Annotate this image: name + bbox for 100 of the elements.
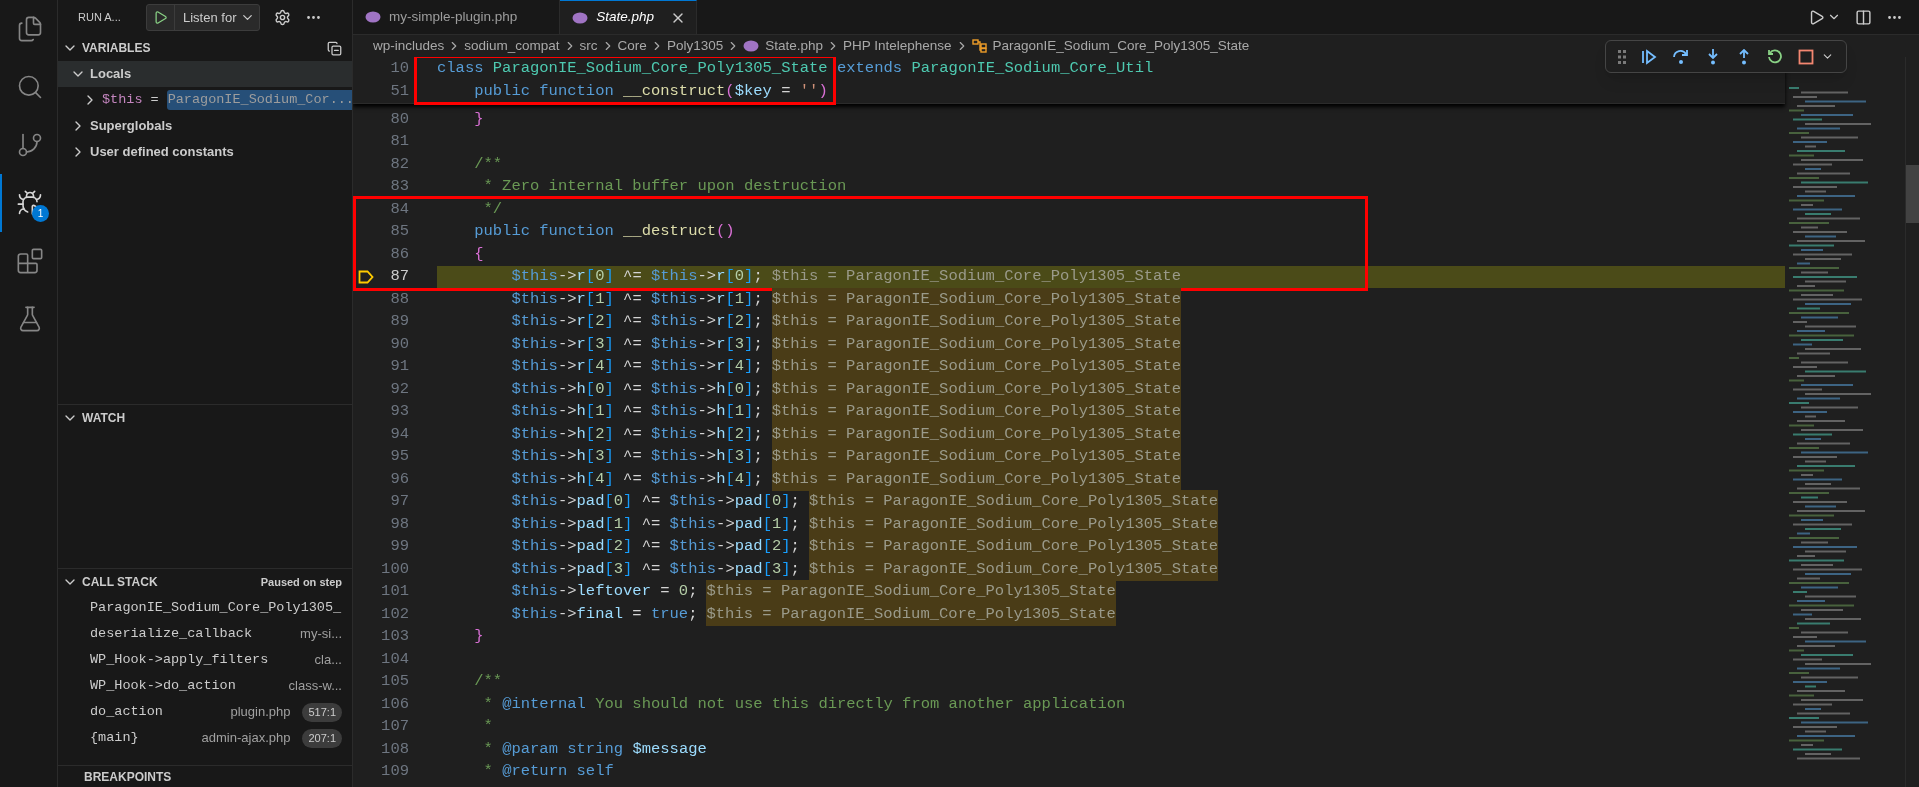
line-badge: 207:1 — [302, 728, 342, 748]
restart-icon[interactable] — [1767, 48, 1783, 65]
line-number: 92 — [389, 378, 409, 400]
code-text: $this->h[2] ^= $this->h[2]; — [510, 423, 763, 445]
scope-label: User defined constants — [90, 143, 234, 162]
breadcrumb-item[interactable]: Core — [617, 35, 647, 57]
inline-value: $this = ParagonIE_Sodium_Core_Poly1305_State — [771, 266, 1181, 288]
inline-value: $this = ParagonIE_Sodium_Core_Poly1305_State — [771, 355, 1181, 379]
code-text: $this->r[1] ^= $this->r[1]; — [510, 288, 763, 310]
scope-row[interactable]: User defined constants — [58, 139, 352, 165]
frame-function: WP_Hook->do_action — [90, 676, 236, 695]
run-icon[interactable] — [1808, 8, 1825, 26]
split-editor-icon[interactable] — [1855, 8, 1872, 26]
inline-value: $this = ParagonIE_Sodium_Core_Poly1305_State — [808, 512, 1219, 536]
inline-value: $this = ParagonIE_Sodium_Core_Poly1305_State — [808, 535, 1219, 559]
breadcrumb-item[interactable]: State.php — [765, 35, 823, 57]
line-number: 108 — [380, 738, 409, 760]
line-number: 90 — [389, 333, 409, 355]
stack-frame[interactable]: do_action plugin.php 517:1 — [58, 699, 352, 725]
launch-config-select[interactable]: Listen for — [146, 4, 261, 31]
breadcrumb-item[interactable]: wp-includes — [373, 35, 445, 57]
line-number: 81 — [389, 131, 409, 153]
code-text: class ParagonIE_Sodium_Core_Poly1305_State extends ParagonIE_Sodium_Core_Util — [437, 57, 1154, 79]
line-number: 95 — [389, 446, 409, 468]
class-symbol-icon — [971, 39, 988, 53]
notification-badge: 1 — [32, 205, 49, 222]
stack-frame[interactable]: WP_Hook->do_action class-w... — [58, 673, 352, 699]
inline-value: $this = ParagonIE_Sodium_Core_Poly1305_State — [771, 377, 1181, 401]
breadcrumb-item[interactable]: sodium_compat — [464, 35, 560, 57]
line-number: 97 — [389, 491, 409, 513]
section-title[interactable]: BREAKPOINTS — [84, 768, 172, 786]
section-title[interactable]: VARIABLES — [82, 39, 151, 57]
code-text: $this->h[1] ^= $this->h[1]; — [510, 401, 763, 423]
inline-value: $this = ParagonIE_Sodium_Core_Poly1305_State — [771, 422, 1181, 446]
inline-value: $this = ParagonIE_Sodium_Core_Poly1305_State — [808, 557, 1219, 581]
line-number: 88 — [389, 288, 409, 310]
line-number: 102 — [380, 603, 409, 625]
code-text: } — [473, 626, 484, 648]
breadcrumb-item[interactable]: PHP Intelephense — [842, 35, 952, 57]
extensions-icon — [15, 247, 44, 275]
line-number: 82 — [389, 153, 409, 175]
breadcrumb-item[interactable]: Poly1305 — [666, 35, 724, 57]
inline-value: $this = ParagonIE_Sodium_Core_Poly1305_State — [771, 400, 1181, 424]
code-text: */ — [482, 198, 503, 220]
code-text: public function __destruct() — [473, 221, 735, 243]
stack-frame[interactable]: WP_Hook->apply_filters cla... — [58, 647, 352, 673]
run-debug-icon — [15, 189, 44, 217]
scope-label: Locals — [90, 65, 132, 84]
line-number: 104 — [380, 648, 409, 670]
frame-function: do_action — [90, 702, 163, 721]
stop-icon[interactable] — [1798, 48, 1814, 65]
line-number: 85 — [389, 221, 409, 243]
line-number: 109 — [380, 761, 409, 783]
code-text: $this->r[2] ^= $this->r[2]; — [510, 311, 763, 333]
code-text: $this->r[4] ^= $this->r[4]; — [510, 356, 763, 378]
inline-value: $this = ParagonIE_Sodium_Core_Poly1305_State — [771, 445, 1181, 469]
frame-file: class-w... — [288, 677, 342, 696]
current-line-arrow-icon — [358, 269, 374, 284]
section-title[interactable]: WATCH — [82, 409, 126, 427]
breadcrumb-item[interactable]: ParagonIE_Sodium_Core_Poly1305_State — [992, 35, 1250, 57]
line-number: 98 — [389, 513, 409, 535]
scrollbar-thumb[interactable] — [1906, 165, 1919, 223]
stack-frame[interactable]: ParagonIE_Sodium_Core_Poly1305_ — [58, 595, 352, 621]
step-over-icon[interactable] — [1672, 48, 1690, 65]
step-into-icon[interactable] — [1705, 48, 1721, 65]
code-text: $this->r[3] ^= $this->r[3]; — [510, 333, 763, 355]
section-title[interactable]: CALL STACK — [82, 573, 158, 591]
php-file-icon — [572, 11, 589, 24]
code-text: $this->h[4] ^= $this->h[4]; — [510, 468, 763, 490]
line-number: 91 — [389, 356, 409, 378]
code-text: public function __construct($key = '') — [473, 80, 828, 102]
equals-sign: = — [150, 90, 159, 109]
code-text: * Zero internal buffer upon destruction — [482, 176, 847, 198]
stack-frame[interactable]: deserialize_callback my-si... — [58, 621, 352, 647]
line-number: 94 — [389, 423, 409, 445]
settings-icon[interactable] — [274, 9, 292, 26]
line-number: 93 — [389, 401, 409, 423]
line-number: 10 — [389, 57, 409, 79]
debug-status: Paused on step — [260, 574, 342, 590]
line-number: 86 — [389, 243, 409, 265]
tab-label: my-simple-plugin.php — [389, 7, 518, 26]
tab-label: State.php — [596, 8, 655, 27]
stack-frame[interactable]: {main} admin-ajax.php 207:1 — [58, 725, 352, 751]
line-number: 103 — [380, 626, 409, 648]
scope-row[interactable]: Locals — [58, 61, 352, 87]
sidebar-title: RUN A... — [78, 10, 122, 26]
frame-function: ParagonIE_Sodium_Core_Poly1305_ — [90, 598, 342, 617]
breadcrumb-item[interactable]: src — [579, 35, 598, 57]
variable-name[interactable]: $this — [102, 89, 143, 111]
inline-value: $this = ParagonIE_Sodium_Core_Poly1305_State — [771, 467, 1181, 491]
code-text: $this->pad[0] ^= $this->pad[0]; — [510, 491, 800, 513]
code-text: $this->r[0] ^= $this->r[0]; — [510, 266, 763, 288]
frame-file: admin-ajax.php — [201, 729, 291, 748]
collapse-all-icon[interactable] — [327, 40, 342, 56]
continue-icon[interactable] — [1641, 48, 1657, 65]
code-text: $this->leftover = 0; — [510, 581, 698, 603]
scope-row[interactable]: Superglobals — [58, 113, 352, 139]
start-debug-icon — [153, 10, 168, 25]
drag-handle-icon[interactable] — [1618, 49, 1626, 64]
editor-tab[interactable]: State.php — [560, 0, 698, 34]
